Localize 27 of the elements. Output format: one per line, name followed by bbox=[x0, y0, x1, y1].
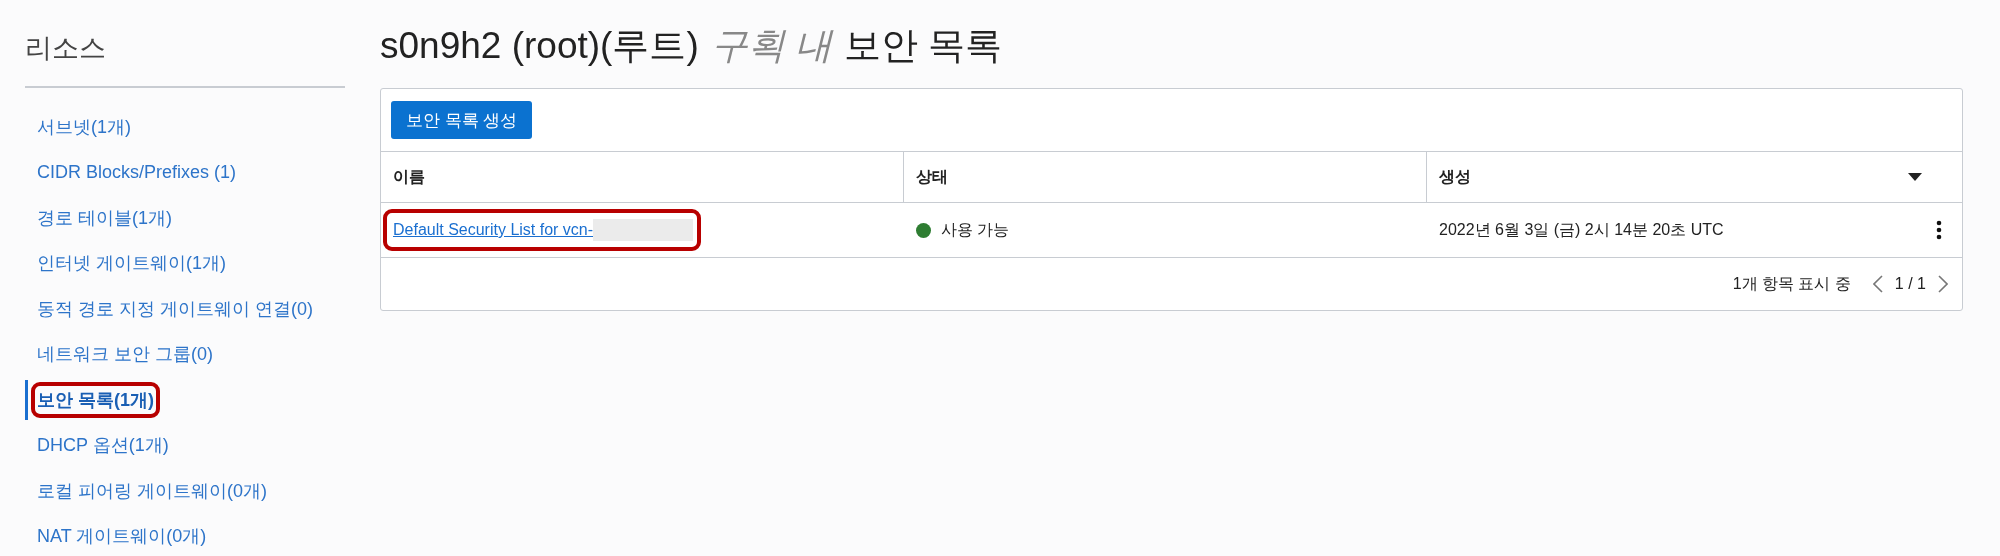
sidebar-item[interactable]: NAT 게이트웨이(0개) bbox=[37, 524, 207, 549]
item-count: 1개 항목 표시 중 bbox=[1732, 273, 1851, 294]
sidebar-item[interactable]: 네트워크 보안 그룹(0) bbox=[37, 342, 213, 367]
more-icon[interactable] bbox=[1936, 220, 1942, 240]
status-text: 사용 가능 bbox=[941, 219, 1010, 240]
sidebar-item[interactable]: CIDR Blocks/Prefixes (1) bbox=[37, 161, 237, 183]
title-subject: 보안 목록 bbox=[844, 24, 1003, 68]
sidebar-item[interactable]: 로컬 피어링 게이트웨이(0개) bbox=[37, 478, 267, 503]
column-header[interactable]: 생성 bbox=[1427, 152, 1962, 202]
created-date: 2022년 6월 3일 (금) 2시 14분 20초 UTC bbox=[1439, 219, 1724, 240]
sidebar-item[interactable]: 인터넷 게이트웨이(1개) bbox=[37, 251, 226, 276]
create-button[interactable]: 보안 목록 생성 bbox=[391, 101, 533, 139]
sidebar-title: 리소스 bbox=[25, 30, 345, 88]
sidebar-item[interactable]: DHCP 옵션(1개) bbox=[37, 433, 169, 458]
column-header[interactable]: 이름 bbox=[381, 152, 904, 202]
sidebar-item[interactable]: 보안 목록(1개) bbox=[37, 387, 154, 412]
column-header[interactable]: 상태 bbox=[904, 152, 1427, 202]
next-icon[interactable] bbox=[1938, 275, 1948, 293]
title-scope: 구획 내 bbox=[710, 24, 832, 68]
selection-indicator bbox=[25, 380, 28, 420]
page-title: s0n9h2 (root)(루트) bbox=[380, 24, 699, 68]
sidebar-item[interactable]: 경로 테이블(1개) bbox=[37, 205, 172, 230]
sidebar-item[interactable]: 서브넷(1개) bbox=[37, 114, 131, 139]
security-list-link[interactable]: Default Security List for vcn- bbox=[393, 221, 594, 239]
previous-icon[interactable] bbox=[1872, 275, 1883, 293]
sidebar-item[interactable]: 동적 경로 지정 게이트웨이 연결(0) bbox=[37, 296, 313, 321]
page-indicator: 1 / 1 bbox=[1894, 275, 1926, 293]
